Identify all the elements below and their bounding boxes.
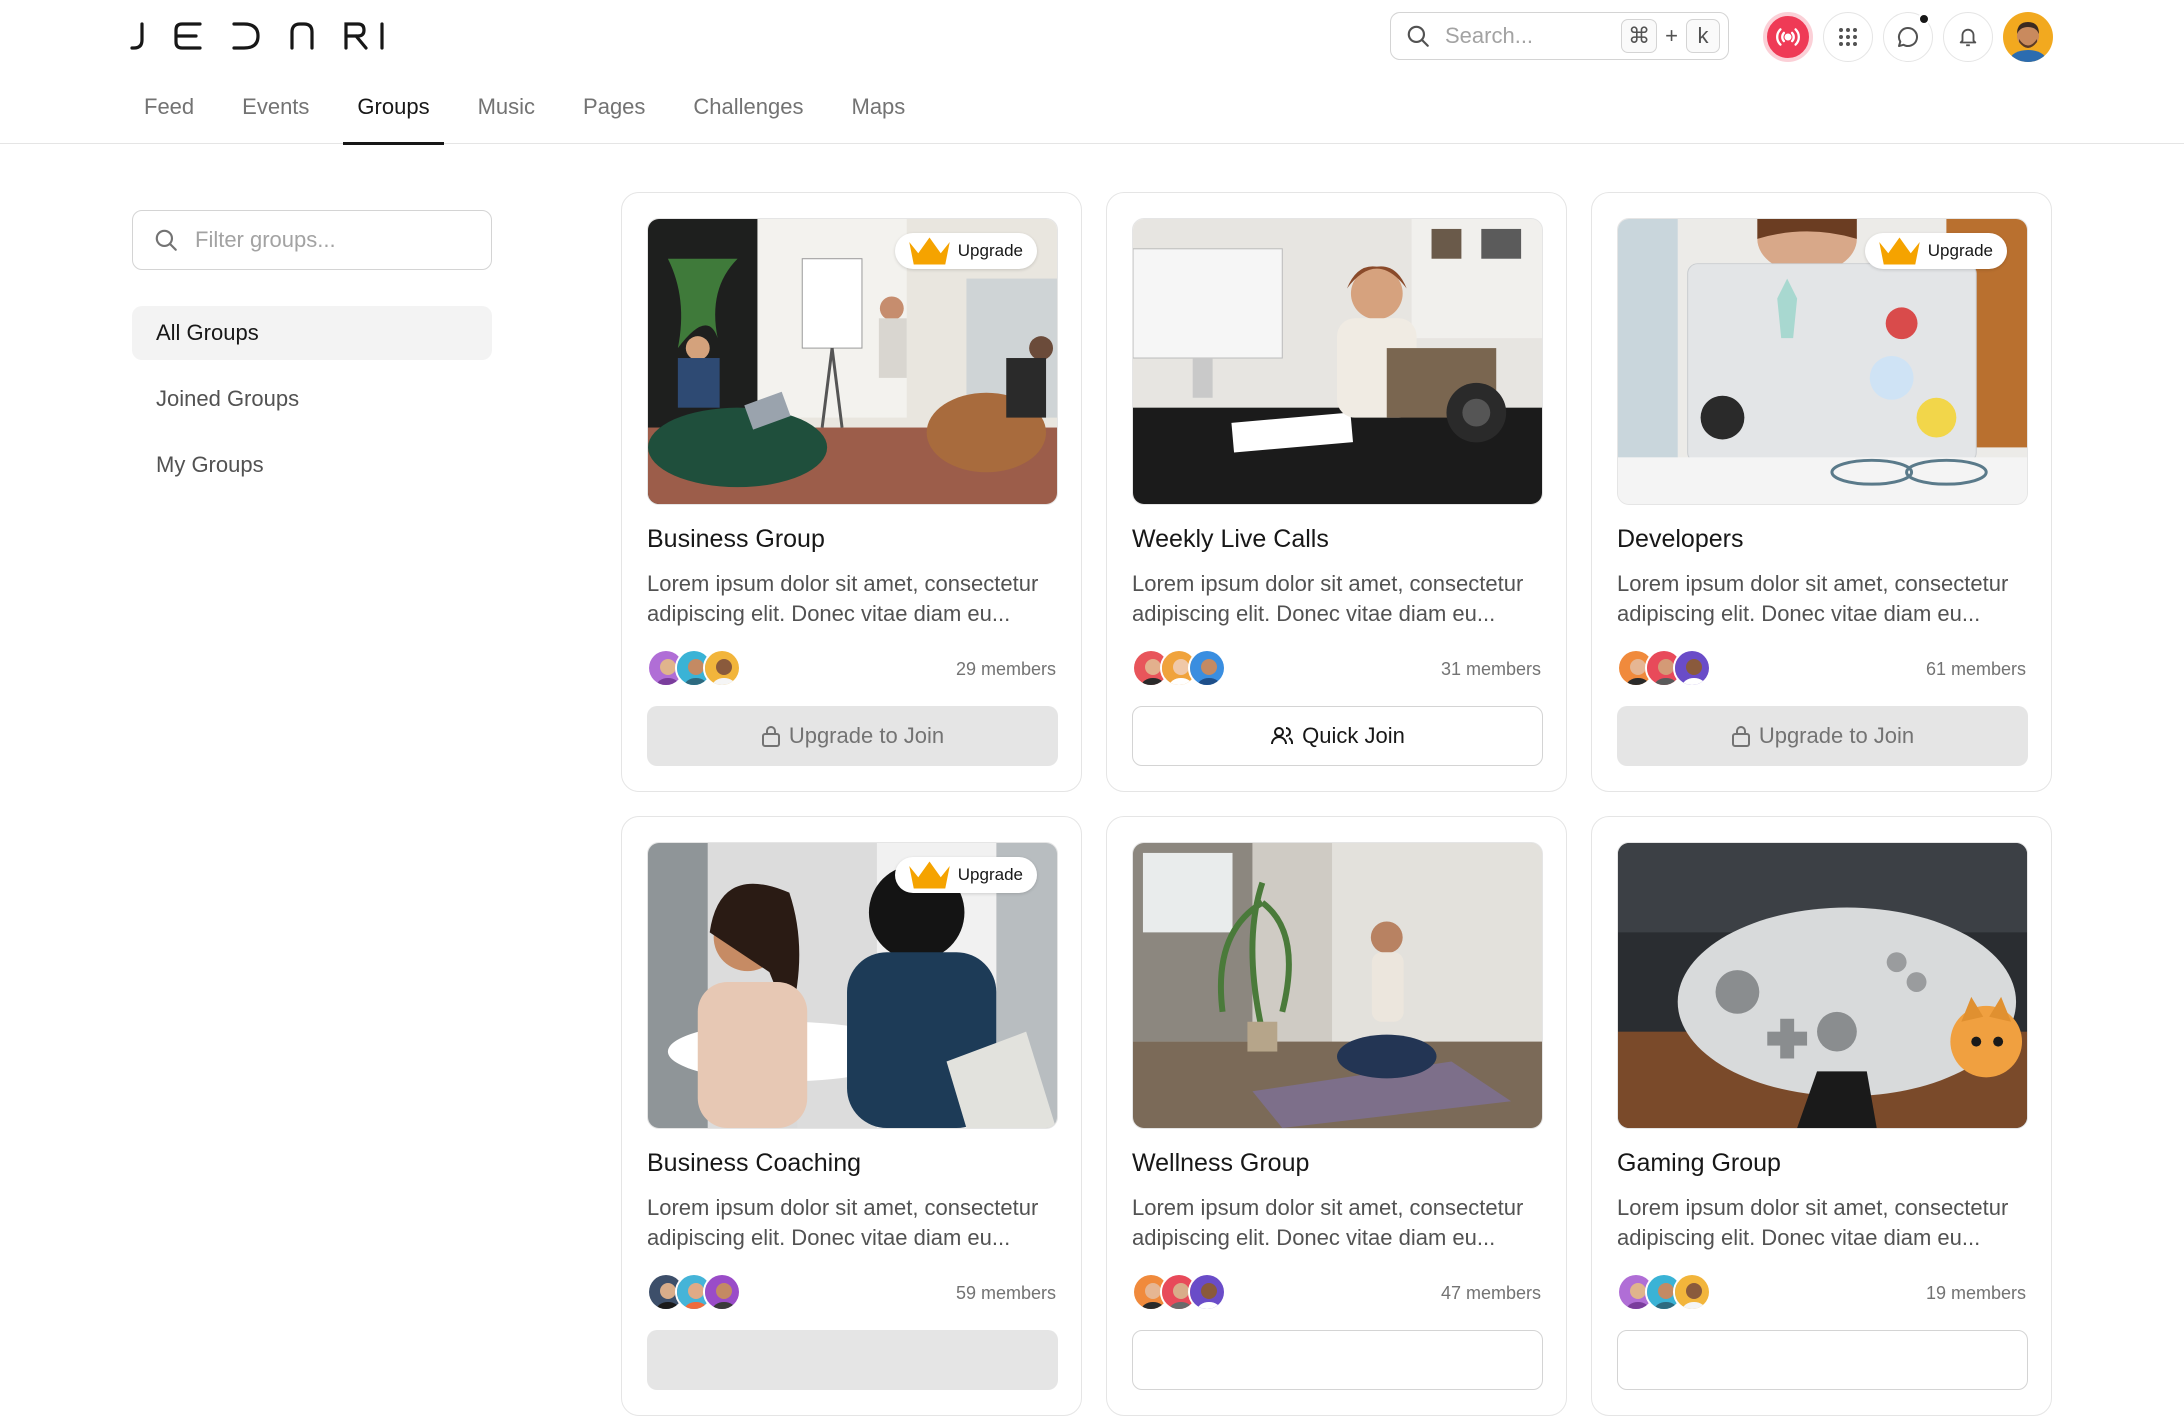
group-cover-image: Upgrade	[647, 842, 1058, 1129]
action-label: Upgrade to Join	[788, 723, 945, 748]
group-description: Lorem ipsum dolor sit amet, consectetur …	[647, 571, 1039, 626]
group-cover-image: Upgrade	[1617, 218, 2028, 505]
crown-icon	[1879, 237, 1920, 265]
member-avatars	[647, 1273, 741, 1313]
search-icon	[1407, 25, 1429, 47]
group-description: Lorem ipsum dolor sit amet, consectetur …	[1132, 571, 1524, 626]
group-title[interactable]: Gaming Group	[1617, 1149, 1781, 1178]
search-input[interactable]: Search...	[1445, 23, 1621, 49]
member-count: 29 members	[955, 659, 1056, 679]
tab-challenges[interactable]: Challenges	[679, 84, 817, 144]
group-description: Lorem ipsum dolor sit amet, consectetur …	[1617, 571, 2009, 626]
users-icon	[1271, 727, 1294, 745]
group-cover-image	[1132, 842, 1543, 1129]
member-avatars	[1132, 1273, 1226, 1313]
group-title[interactable]: Business Coaching	[647, 1149, 861, 1178]
group-title[interactable]: Wellness Group	[1132, 1149, 1309, 1178]
messages-button[interactable]	[1883, 12, 1933, 62]
user-avatar[interactable]	[2003, 12, 2053, 62]
tab-feed[interactable]: Feed	[130, 84, 208, 144]
broadcast-icon	[1776, 28, 1800, 46]
group-card[interactable]: Wellness Group Lorem ipsum dolor sit ame…	[1106, 816, 1567, 1416]
badge-label: Upgrade	[957, 865, 1023, 884]
grid-icon	[1839, 28, 1857, 46]
quick-join-button[interactable]: Quick Join	[1132, 706, 1543, 766]
command-key-hint: ⌘	[1621, 19, 1658, 53]
apps-grid-button[interactable]	[1823, 12, 1873, 62]
member-avatars	[647, 649, 741, 689]
group-cover-image	[1132, 218, 1543, 505]
group-card[interactable]: Gaming Group Lorem ipsum dolor sit amet,…	[1591, 816, 2052, 1416]
member-avatar	[1673, 1273, 1711, 1311]
shortcut-plus: +	[1665, 23, 1678, 48]
tab-events[interactable]: Events	[228, 84, 323, 144]
upgrade-to-join-button[interactable]: Upgrade to Join	[647, 706, 1058, 766]
group-cover-image	[1617, 842, 2028, 1129]
action-label: Quick Join	[1302, 723, 1405, 748]
quick-join-button[interactable]	[1132, 1330, 1543, 1390]
search-box[interactable]: Search... ⌘ + k	[1390, 12, 1729, 60]
member-count: 19 members	[1925, 1283, 2026, 1303]
group-description: Lorem ipsum dolor sit amet, consectetur …	[1617, 1195, 2009, 1250]
crown-icon	[909, 861, 950, 889]
tab-maps[interactable]: Maps	[838, 84, 920, 144]
member-avatar	[703, 649, 741, 687]
group-card[interactable]: Upgrade Business Coaching Lorem ipsum do…	[621, 816, 1082, 1416]
upgrade-badge: Upgrade	[894, 857, 1037, 893]
search-icon	[155, 229, 177, 251]
group-card[interactable]: Upgrade Developers Lorem ipsum dolor sit…	[1591, 192, 2052, 792]
lock-icon	[1731, 726, 1750, 747]
bell-icon	[1959, 28, 1977, 47]
member-avatar	[1673, 649, 1711, 687]
sidebar-item-my-groups[interactable]: My Groups	[132, 438, 492, 492]
top-bar: Search... ⌘ + k Feed Events Groups Music…	[0, 0, 2184, 145]
group-card[interactable]: Upgrade Business Group Lorem ipsum dolor…	[621, 192, 1082, 792]
badge-label: Upgrade	[957, 241, 1023, 260]
chat-bubble-icon	[1897, 26, 1918, 47]
member-avatars	[1132, 649, 1226, 689]
tab-groups[interactable]: Groups	[343, 84, 444, 145]
member-avatar	[1188, 1273, 1226, 1311]
group-description: Lorem ipsum dolor sit amet, consectetur …	[647, 1195, 1039, 1250]
member-avatar	[1188, 649, 1226, 687]
lock-icon	[761, 726, 780, 747]
quick-join-button[interactable]	[1617, 1330, 2028, 1390]
filter-groups-field[interactable]: Filter groups...	[132, 210, 492, 270]
member-count: 61 members	[1925, 659, 2026, 679]
group-title[interactable]: Weekly Live Calls	[1132, 525, 1329, 554]
upgrade-badge: Upgrade	[1864, 233, 2007, 269]
group-title[interactable]: Business Group	[647, 525, 825, 554]
group-title[interactable]: Developers	[1617, 525, 1743, 554]
tab-pages[interactable]: Pages	[569, 84, 659, 144]
badge-label: Upgrade	[1927, 241, 1993, 260]
member-count: 47 members	[1440, 1283, 1541, 1303]
main-tabs: Feed Events Groups Music Pages Challenge…	[130, 84, 939, 145]
jednri-logo[interactable]	[130, 20, 384, 52]
upgrade-to-join-button[interactable]	[647, 1330, 1058, 1390]
tab-music[interactable]: Music	[464, 84, 549, 144]
member-avatars	[1617, 1273, 1711, 1313]
crown-icon	[909, 237, 950, 265]
member-count: 59 members	[955, 1283, 1056, 1303]
group-cover-image: Upgrade	[647, 218, 1058, 505]
member-count: 31 members	[1440, 659, 1541, 679]
k-key-hint: k	[1686, 19, 1720, 53]
upgrade-badge: Upgrade	[894, 233, 1037, 269]
action-label: Upgrade to Join	[1758, 723, 1915, 748]
upgrade-to-join-button[interactable]: Upgrade to Join	[1617, 706, 2028, 766]
sidebar-item-all-groups[interactable]: All Groups	[132, 306, 492, 360]
member-avatar	[703, 1273, 741, 1311]
sidebar-item-joined-groups[interactable]: Joined Groups	[132, 372, 492, 426]
filter-groups-input[interactable]: Filter groups...	[195, 227, 336, 253]
unread-dot	[1918, 13, 1930, 25]
notifications-button[interactable]	[1943, 12, 1993, 62]
group-card[interactable]: Weekly Live Calls Lorem ipsum dolor sit …	[1106, 192, 1567, 792]
group-description: Lorem ipsum dolor sit amet, consectetur …	[1132, 1195, 1524, 1250]
member-avatars	[1617, 649, 1711, 689]
live-broadcast-button[interactable]	[1763, 12, 1813, 62]
